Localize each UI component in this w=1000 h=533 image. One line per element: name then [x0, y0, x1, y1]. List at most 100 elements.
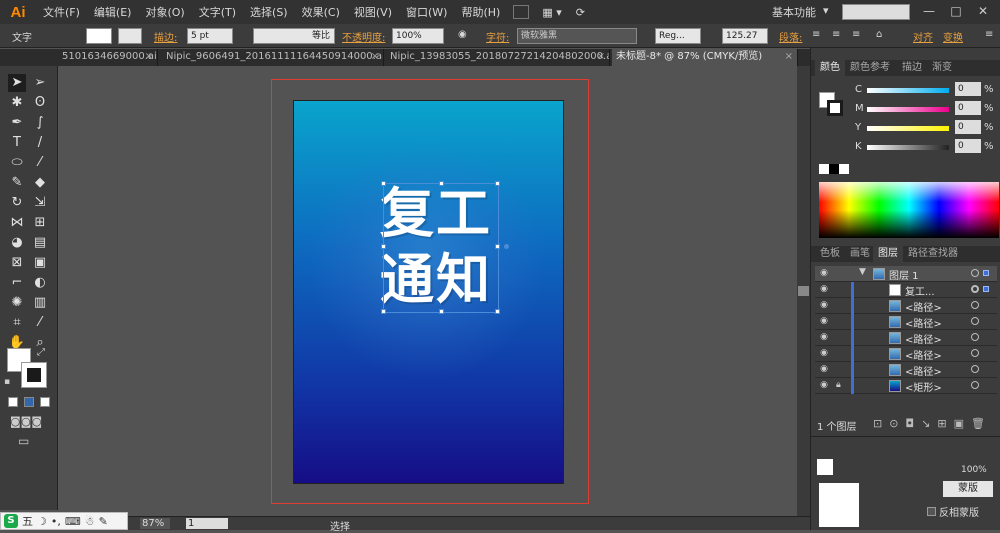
- swap-colors-icon[interactable]: ⤢: [37, 347, 45, 358]
- gradient-mode-icon[interactable]: [24, 397, 34, 407]
- visibility-icon[interactable]: ◉: [818, 300, 830, 310]
- menu-edit[interactable]: 编辑(E): [87, 4, 139, 20]
- slice-tool-icon[interactable]: ⁄: [31, 314, 49, 332]
- black-slider[interactable]: [867, 145, 949, 150]
- selection-tool-icon[interactable]: ➤: [8, 74, 26, 92]
- artboard-tool-icon[interactable]: ⌗: [8, 314, 26, 332]
- vertical-scrollbar[interactable]: [797, 66, 810, 516]
- moon-icon[interactable]: ☽: [37, 515, 47, 528]
- cyan-value[interactable]: 0: [955, 82, 981, 96]
- graph-tool-icon[interactable]: ▥: [31, 294, 49, 312]
- scroll-thumb[interactable]: [798, 286, 809, 296]
- yellow-slider[interactable]: [867, 126, 949, 131]
- make-mask-button[interactable]: 蒙版: [943, 481, 993, 497]
- sync-icon[interactable]: ⟳: [569, 6, 592, 19]
- layer-name[interactable]: <路径>: [905, 363, 942, 378]
- layer-name[interactable]: <路径>: [905, 331, 942, 346]
- skin-icon[interactable]: ☃: [85, 515, 95, 528]
- scale-tool-icon[interactable]: ⇲: [31, 194, 49, 212]
- visibility-icon[interactable]: ◉: [818, 316, 830, 326]
- stroke-weight-field[interactable]: 5 pt: [187, 28, 233, 44]
- close-tab-icon[interactable]: ×: [597, 49, 605, 65]
- visibility-icon[interactable]: ◉: [818, 268, 830, 278]
- perspective-grid-tool-icon[interactable]: ▤: [31, 234, 49, 252]
- tab-doc-1[interactable]: 5101634669000.ai* ×: [58, 49, 158, 66]
- layer-name[interactable]: 复工...: [905, 283, 935, 298]
- resize-handle[interactable]: [495, 309, 500, 314]
- layer-name[interactable]: <矩形>: [905, 379, 942, 394]
- align-left-icon[interactable]: ≡: [812, 29, 820, 40]
- ime-mode[interactable]: 五: [22, 513, 33, 529]
- visibility-icon[interactable]: ◉: [818, 348, 830, 358]
- gradient-tool-icon[interactable]: ▣: [31, 254, 49, 272]
- magenta-slider[interactable]: [867, 107, 949, 112]
- black-value[interactable]: 0: [955, 139, 981, 153]
- magic-wand-tool-icon[interactable]: ✱: [8, 94, 26, 112]
- color-mode-icon[interactable]: [8, 397, 18, 407]
- stroke-label[interactable]: 描边:: [154, 29, 177, 44]
- character-label[interactable]: 字符:: [486, 29, 509, 44]
- envelope-warp-icon[interactable]: ⌂: [876, 29, 882, 40]
- stroke-swatch[interactable]: [118, 28, 142, 44]
- expand-arrow-icon[interactable]: ▼: [859, 267, 866, 277]
- selection-bounding-box[interactable]: [381, 181, 509, 314]
- layer-name[interactable]: <路径>: [905, 299, 942, 314]
- tab-layers[interactable]: 图层: [873, 246, 903, 262]
- tab-doc-2[interactable]: Nipic_9606491_20161111164450914000.ai* ×: [162, 49, 384, 66]
- menu-help[interactable]: 帮助(H): [454, 4, 507, 20]
- layer-row[interactable]: ◉ 🔒︎ <矩形>: [815, 378, 997, 394]
- layer-row[interactable]: ◉ <路径>: [815, 330, 997, 346]
- resize-handle[interactable]: [439, 309, 444, 314]
- resize-handle[interactable]: [381, 244, 386, 249]
- lock-icon[interactable]: 🔒︎: [836, 380, 846, 390]
- layer-name[interactable]: <路径>: [905, 347, 942, 362]
- tab-swatches[interactable]: 色板: [815, 246, 845, 262]
- resize-handle[interactable]: [381, 181, 386, 186]
- eraser-tool-icon[interactable]: ◆: [31, 174, 49, 192]
- menu-file[interactable]: 文件(F): [36, 4, 87, 20]
- menu-effect[interactable]: 效果(C): [295, 4, 347, 20]
- free-transform-tool-icon[interactable]: ⊞: [31, 214, 49, 232]
- visibility-icon[interactable]: ◉: [818, 380, 830, 390]
- default-colors-icon[interactable]: ▪: [4, 377, 10, 387]
- punctuation-icon[interactable]: •,: [51, 515, 61, 528]
- canvas-area[interactable]: 复工 通知: [59, 66, 797, 516]
- arrange-documents-icon[interactable]: ▦ ▾: [535, 6, 568, 19]
- pencil-tool-icon[interactable]: ✎: [8, 174, 26, 192]
- tab-gradient[interactable]: 渐变: [927, 60, 957, 76]
- yellow-value[interactable]: 0: [955, 120, 981, 134]
- rotate-tool-icon[interactable]: ↻: [8, 194, 26, 212]
- layer-name[interactable]: 图层 1: [889, 267, 919, 282]
- panel-menu-icon[interactable]: ≡: [985, 29, 993, 40]
- fill-swatch[interactable]: [86, 28, 112, 44]
- close-window-button[interactable]: ✕: [972, 4, 994, 20]
- resize-handle[interactable]: [495, 181, 500, 186]
- tab-doc-3[interactable]: Nipic_13983055_20180727214204802000.ai* ×: [386, 49, 610, 66]
- target-icon[interactable]: [971, 285, 979, 293]
- layer-row[interactable]: ◉ <路径>: [815, 298, 997, 314]
- tab-stroke[interactable]: 描边: [897, 60, 927, 76]
- mesh-tool-icon[interactable]: ⊠: [8, 254, 26, 272]
- opacity-label[interactable]: 不透明度:: [342, 29, 385, 44]
- color-spectrum[interactable]: [819, 182, 999, 238]
- menu-select[interactable]: 选择(S): [243, 4, 295, 20]
- resize-handle[interactable]: [495, 244, 500, 249]
- tab-color[interactable]: 颜色: [815, 60, 845, 76]
- type-tool-icon[interactable]: T: [8, 134, 26, 152]
- target-icon[interactable]: [971, 349, 979, 357]
- layer-row[interactable]: ◉ <路径>: [815, 346, 997, 362]
- opacity-field[interactable]: 100%: [392, 28, 444, 44]
- layer-footer-buttons[interactable]: ⊡⊙◘↘⊞▣🗑︎: [873, 417, 992, 430]
- layer-row[interactable]: ◉ ▼ 图层 1: [815, 266, 997, 282]
- invert-mask-checkbox[interactable]: [927, 507, 936, 516]
- selection-indicator[interactable]: [983, 286, 989, 292]
- recolor-icon[interactable]: ◉: [458, 29, 467, 40]
- target-icon[interactable]: [971, 301, 979, 309]
- layer-row[interactable]: ◉ 复工...: [815, 282, 997, 298]
- menu-object[interactable]: 对象(O): [138, 4, 191, 20]
- align-right-icon[interactable]: ≡: [852, 29, 860, 40]
- maximize-button[interactable]: □: [945, 4, 967, 20]
- workspace-switcher[interactable]: 基本功能: [772, 4, 816, 20]
- close-tab-icon[interactable]: ×: [785, 49, 793, 65]
- resize-handle[interactable]: [381, 309, 386, 314]
